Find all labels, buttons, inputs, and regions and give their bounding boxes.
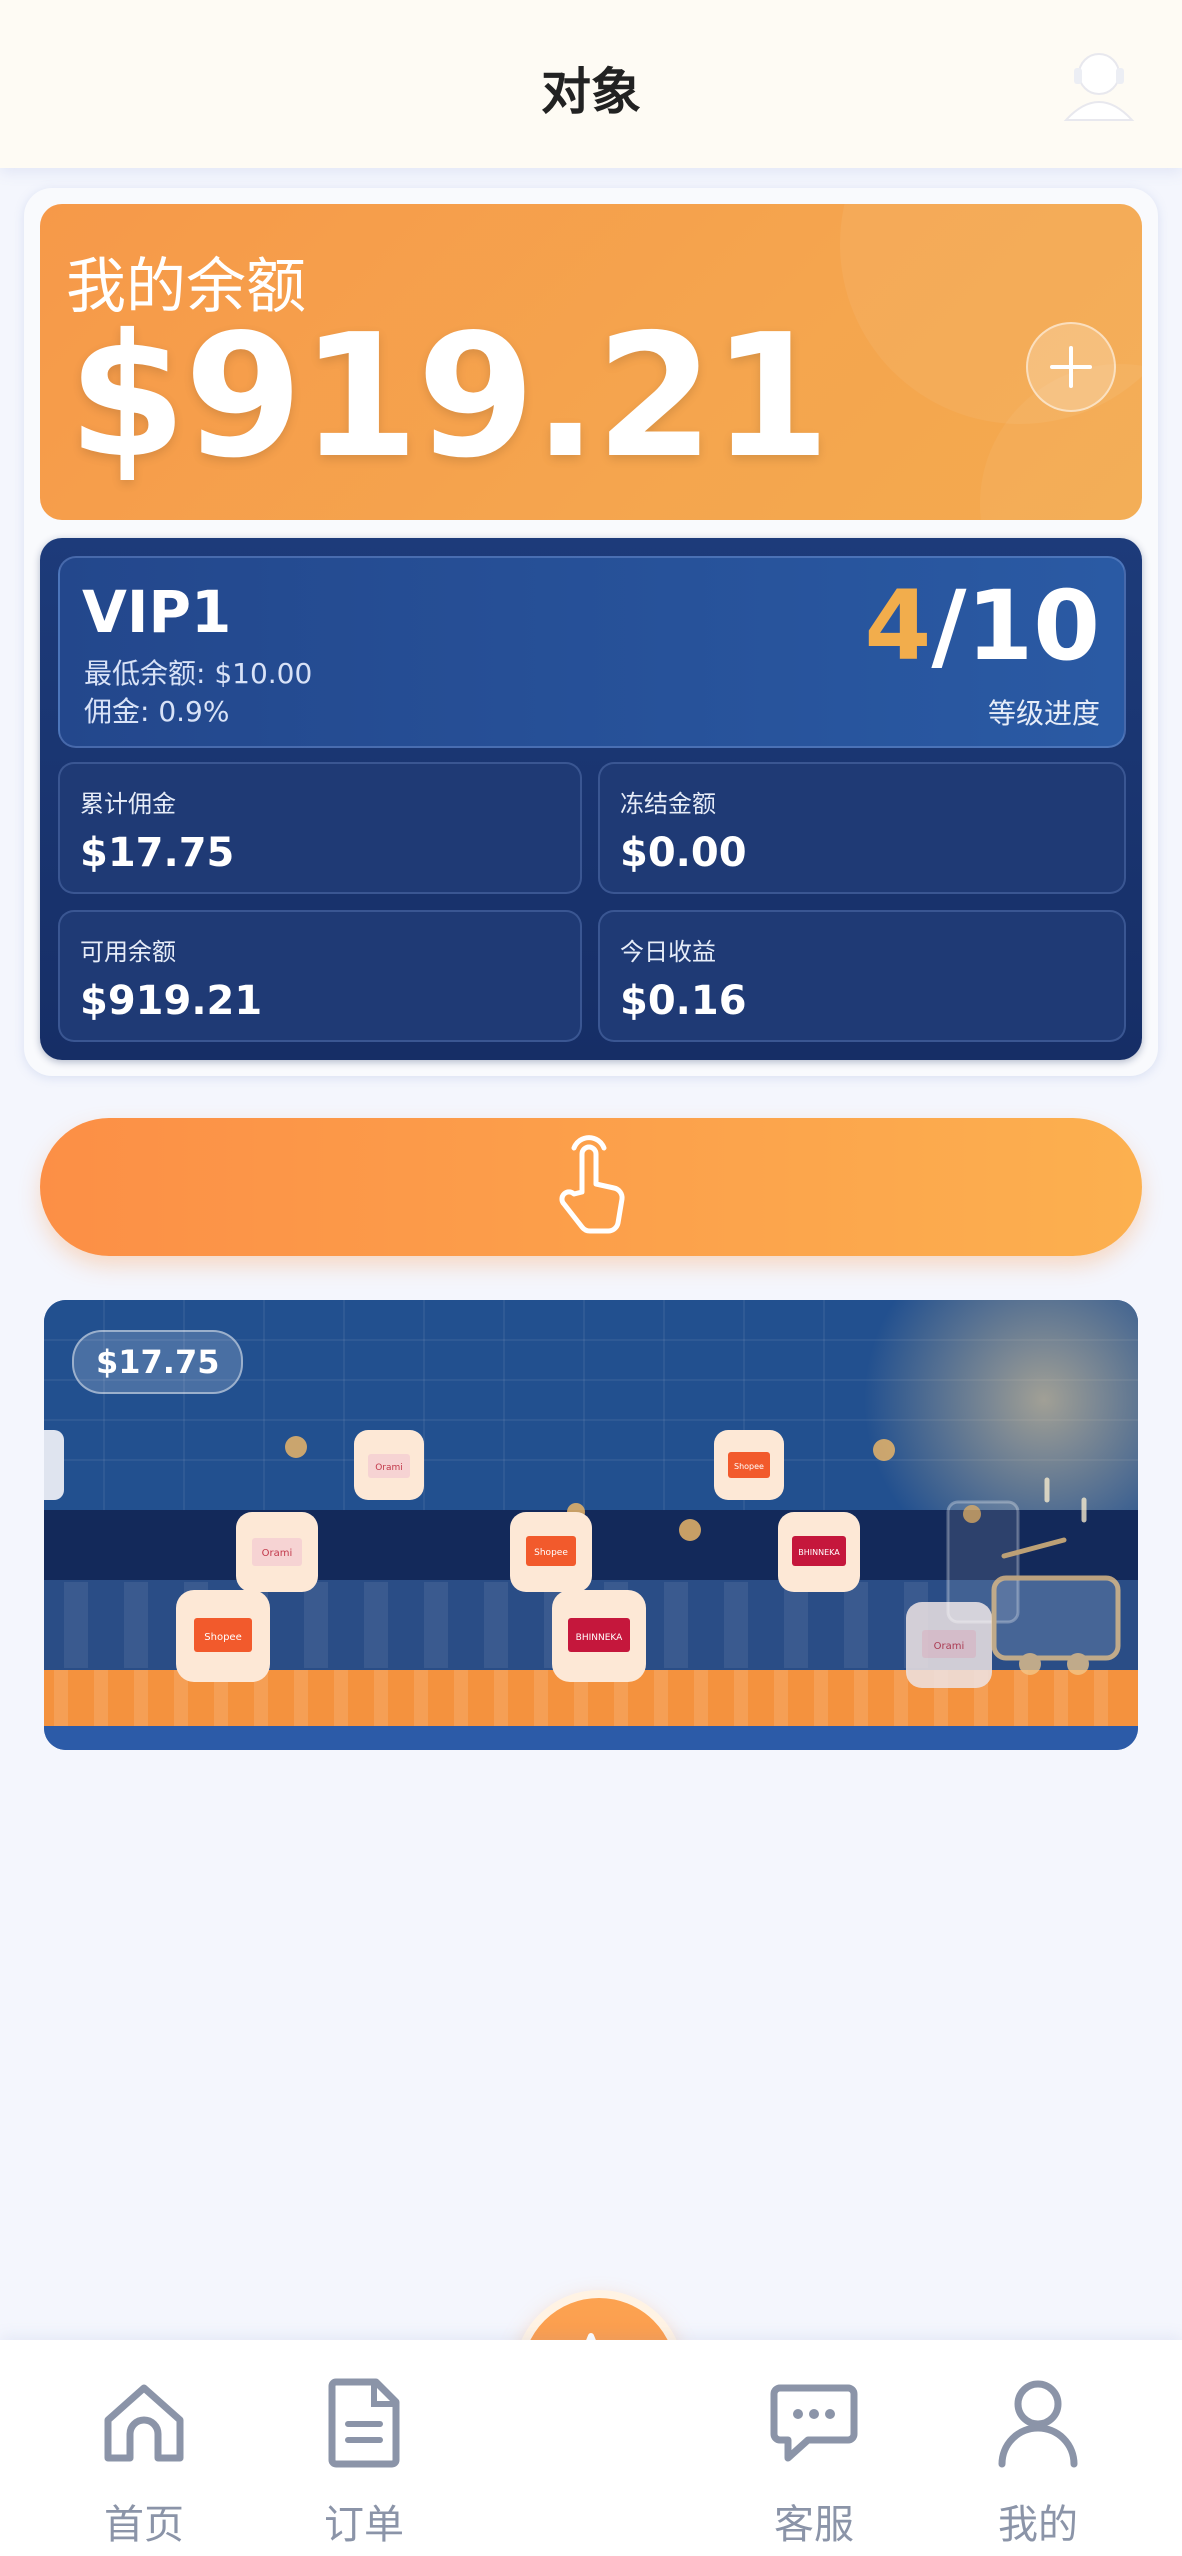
balance-card: 我的余额 $919.21 xyxy=(40,204,1142,520)
home-icon xyxy=(104,2384,184,2462)
stat-available-balance: 可用余额 $919.21 xyxy=(58,910,582,1042)
svg-text:Shopee: Shopee xyxy=(204,1632,241,1643)
nav-item-orders[interactable]: 订单 xyxy=(284,2374,444,2550)
balance-amount: $919.21 xyxy=(68,298,830,496)
svg-text:Orami: Orami xyxy=(262,1548,293,1559)
svg-text:Shopee: Shopee xyxy=(734,1462,764,1471)
document-icon xyxy=(328,2378,400,2468)
vip-level-card: VIP1 最低余额: $10.00 佣金: 0.9% 4/10 等级进度 xyxy=(58,556,1126,748)
svg-text:BHINNEKA: BHINNEKA xyxy=(798,1548,840,1557)
stat-label: 可用余额 xyxy=(80,938,176,966)
stat-label: 累计佣金 xyxy=(80,790,176,818)
vip-progress-current: 4 xyxy=(864,570,932,682)
page-title: 对象 xyxy=(541,63,641,121)
user-icon xyxy=(998,2380,1078,2468)
vip-section: VIP1 最低余额: $10.00 佣金: 0.9% 4/10 等级进度 累计佣… xyxy=(40,538,1142,1060)
plus-icon[interactable] xyxy=(1026,322,1116,412)
nav-item-home[interactable]: 首页 xyxy=(64,2374,224,2550)
nav-item-me[interactable]: 我的 xyxy=(958,2374,1118,2550)
vip-progress-total: /10 xyxy=(931,570,1100,682)
svg-text:Orami: Orami xyxy=(375,1463,403,1473)
stat-label: 今日收益 xyxy=(620,938,716,966)
stat-frozen-amount: 冻结金额 $0.00 xyxy=(598,762,1126,894)
shopping-scene: Orami Shopee Orami Shopee BHINNEKA Shope… xyxy=(44,1300,1138,1750)
stat-today-earnings: 今日收益 $0.16 xyxy=(598,910,1126,1042)
chat-icon xyxy=(770,2384,858,2462)
bottom-nav: 首页 订单 客服 我的 xyxy=(0,2340,1182,2556)
start-task-button[interactable] xyxy=(40,1118,1142,1256)
nav-label-support: 客服 xyxy=(774,2502,854,2548)
svg-text:Orami: Orami xyxy=(934,1641,965,1652)
vip-progress: 4/10 xyxy=(865,578,1100,674)
stat-value: $0.16 xyxy=(620,978,747,1024)
vip-level: VIP1 xyxy=(82,578,232,646)
svg-text:BHINNEKA: BHINNEKA xyxy=(576,1633,623,1643)
agent-avatar-icon[interactable] xyxy=(1056,40,1142,126)
stat-value: $17.75 xyxy=(80,830,235,876)
nav-item-support[interactable]: 客服 xyxy=(734,2374,894,2550)
stat-value: $919.21 xyxy=(80,978,263,1024)
hand-tap-icon xyxy=(559,1135,625,1234)
vip-min-balance: 最低余额: $10.00 xyxy=(84,657,313,690)
stat-total-commission: 累计佣金 $17.75 xyxy=(58,762,582,894)
svg-text:Shopee: Shopee xyxy=(534,1548,568,1558)
vip-commission-rate: 佣金: 0.9% xyxy=(84,695,230,728)
stat-value: $0.00 xyxy=(620,830,747,876)
top-bar: 对象 xyxy=(0,0,1182,168)
stat-label: 冻结金额 xyxy=(620,790,716,818)
vip-progress-label: 等级进度 xyxy=(987,697,1100,730)
nav-label-orders: 订单 xyxy=(324,2502,404,2548)
scene-amount-badge: $17.75 xyxy=(72,1330,244,1394)
nav-label-me: 我的 xyxy=(998,2502,1078,2548)
nav-label-home: 首页 xyxy=(104,2502,184,2548)
